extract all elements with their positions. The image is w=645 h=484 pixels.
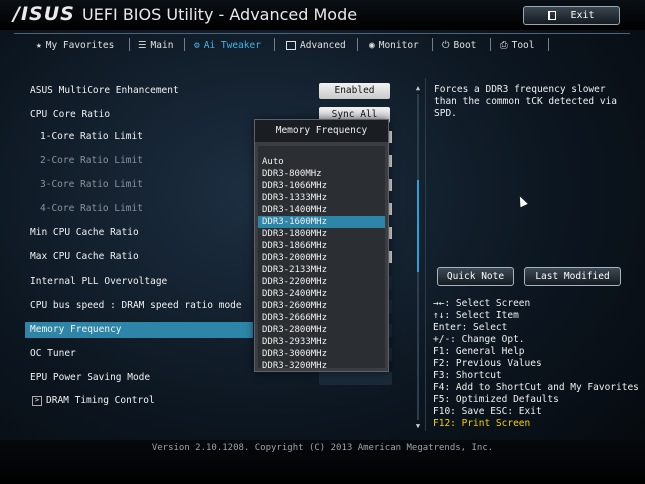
memory-frequency-option[interactable]: DDR3-3000MHz — [262, 348, 385, 360]
scroll-down-icon[interactable]: ▼ — [414, 422, 422, 430]
key-hint: F2: Previous Values — [433, 358, 542, 369]
chevron-right-icon: > — [32, 395, 42, 406]
tab-label: My Favorites — [45, 39, 115, 51]
tab-label: Ai Tweaker — [203, 39, 261, 51]
tab-my-favorites[interactable]: ★ My Favorites — [36, 37, 114, 53]
key-hint: →←: Select Screen — [433, 298, 531, 309]
tab-tool[interactable]: ⎙ Tool — [500, 37, 535, 53]
tab-bar: ★ My Favorites ☰ Main ⚙ Ai Tweaker Advan… — [14, 33, 630, 56]
key-hint: +/-: Change Opt. — [433, 334, 525, 345]
memory-frequency-option[interactable]: DDR3-2400MHz — [262, 288, 385, 300]
tab-monitor[interactable]: ◉ Monitor — [369, 37, 419, 53]
power-icon: ⏻ — [442, 39, 450, 51]
tweaker-icon: ⚙ — [194, 39, 200, 51]
star-icon: ★ — [36, 39, 42, 51]
memory-frequency-option[interactable]: DDR3-1066MHz — [262, 180, 385, 192]
memory-frequency-option[interactable]: DDR3-2666MHz — [262, 312, 385, 324]
memory-frequency-option[interactable]: DDR3-1400MHz — [262, 204, 385, 216]
memory-frequency-option[interactable]: DDR3-2000MHz — [262, 252, 385, 264]
tool-icon: ⎙ — [500, 39, 508, 51]
setting-bus-dram-ratio[interactable]: CPU bus speed : DRAM speed ratio mode — [30, 298, 242, 314]
option-list[interactable]: Auto DDR3-800MHz DDR3-1066MHz DDR3-1333MHz D… — [258, 146, 385, 371]
advanced-icon — [286, 40, 296, 50]
key-hint: F10: Save ESC: Exit — [433, 406, 542, 417]
scroll-up-icon[interactable]: ▲ — [414, 84, 422, 92]
tab-divider — [184, 38, 185, 51]
tab-boot[interactable]: ⏻ Boot — [442, 37, 476, 53]
submenu-dram-timing-control[interactable]: > DRAM Timing Control — [32, 393, 155, 409]
memory-frequency-option[interactable]: DDR3-2133MHz — [262, 264, 385, 276]
setting-3-core-ratio: 3-Core Ratio Limit — [40, 179, 143, 190]
asus-logo: /ISUS — [13, 3, 75, 25]
setting-1-core-ratio[interactable]: 1-Core Ratio Limit — [40, 129, 143, 145]
tab-advanced[interactable]: Advanced — [286, 37, 346, 53]
memory-frequency-option[interactable]: DDR3-1333MHz — [262, 192, 385, 204]
memory-frequency-option[interactable]: DDR3-1800MHz — [262, 228, 385, 240]
memory-frequency-option[interactable]: DDR3-2600MHz — [262, 300, 385, 312]
setting-4-core-ratio: 4-Core Ratio Limit — [40, 203, 143, 214]
key-hint: F4: Add to ShortCut and My Favorites — [433, 382, 639, 393]
tab-divider — [490, 38, 491, 51]
key-legend: →←: Select Screen ↑↓: Select Item Enter:… — [433, 298, 639, 430]
multicore-value-button[interactable]: Enabled — [319, 83, 390, 99]
setting-pll-overvoltage[interactable]: Internal PLL Overvoltage — [30, 274, 167, 290]
key-hint-print-screen[interactable]: F12: Print Screen — [433, 418, 633, 430]
tab-label: Boot — [453, 39, 477, 51]
exit-icon — [548, 11, 557, 20]
exit-button[interactable]: Exit — [523, 6, 620, 25]
setting-asus-multicore[interactable]: ASUS MultiCore Enhancement — [30, 83, 179, 99]
tab-ai-tweaker[interactable]: ⚙ Ai Tweaker — [194, 37, 261, 53]
exit-label: Exit — [570, 10, 595, 21]
tab-divider — [548, 38, 549, 51]
scroll-thumb[interactable] — [417, 180, 419, 272]
last-modified-button[interactable]: Last Modified — [524, 267, 621, 286]
version-copyright: Version 2.10.1208. Copyright (C) 2013 Am… — [151, 443, 494, 453]
tab-label: Advanced — [300, 39, 346, 51]
key-hint: F3: Shortcut — [433, 370, 502, 381]
tab-label: Tool — [511, 39, 535, 51]
monitor-icon: ◉ — [369, 39, 375, 51]
title-bar: /ISUS UEFI BIOS Utility - Advanced Mode … — [0, 0, 645, 30]
memory-frequency-option[interactable]: DDR3-3200MHz — [262, 360, 385, 372]
memory-frequency-option[interactable]: DDR3-2933MHz — [262, 336, 385, 348]
tab-divider — [432, 38, 433, 51]
page-title: UEFI BIOS Utility - Advanced Mode — [82, 5, 358, 24]
setting-memory-frequency[interactable]: Memory Frequency — [30, 322, 122, 338]
setting-2-core-ratio: 2-Core Ratio Limit — [40, 155, 143, 166]
key-hint: Enter: Select — [433, 322, 508, 333]
memory-frequency-option[interactable]: DDR3-2200MHz — [262, 276, 385, 288]
setting-min-cache-ratio[interactable]: Min CPU Cache Ratio — [30, 225, 139, 241]
setting-epu-power-saving[interactable]: EPU Power Saving Mode — [30, 370, 150, 386]
tab-label: Main — [150, 39, 174, 51]
submenu-label: DRAM Timing Control — [46, 395, 155, 406]
value-field[interactable] — [319, 372, 392, 385]
memory-frequency-option[interactable]: DDR3-2800MHz — [262, 324, 385, 336]
quick-note-button[interactable]: Quick Note — [437, 267, 514, 286]
tab-divider — [357, 38, 358, 51]
memory-frequency-option[interactable]: DDR3-800MHz — [262, 168, 385, 180]
setting-cpu-core-ratio[interactable]: CPU Core Ratio — [30, 107, 110, 123]
list-icon: ☰ — [138, 39, 147, 51]
help-description: Forces a DDR3 frequency slower than the … — [434, 84, 618, 119]
tab-divider — [274, 38, 275, 51]
key-hint: ↑↓: Select Item — [433, 310, 519, 321]
settings-scrollbar[interactable]: ▲ ▼ — [414, 84, 422, 431]
tab-divider — [129, 38, 130, 51]
setting-oc-tuner[interactable]: OC Tuner — [30, 346, 76, 362]
tab-label: Monitor — [378, 39, 419, 51]
memory-frequency-option[interactable]: DDR3-1866MHz — [262, 240, 385, 252]
memory-frequency-popup: Memory Frequency Auto DDR3-800MHz DDR3-106… — [254, 119, 389, 372]
memory-frequency-option[interactable]: Auto — [262, 156, 385, 168]
key-hint: F5: Optimized Defaults — [433, 394, 559, 405]
popup-title: Memory Frequency — [255, 120, 388, 142]
key-hint: F1: General Help — [433, 346, 525, 357]
memory-frequency-option[interactable]: DDR3-1600MHz — [258, 216, 385, 228]
setting-max-cache-ratio[interactable]: Max CPU Cache Ratio — [30, 249, 139, 265]
tab-main[interactable]: ☰ Main — [138, 37, 173, 53]
